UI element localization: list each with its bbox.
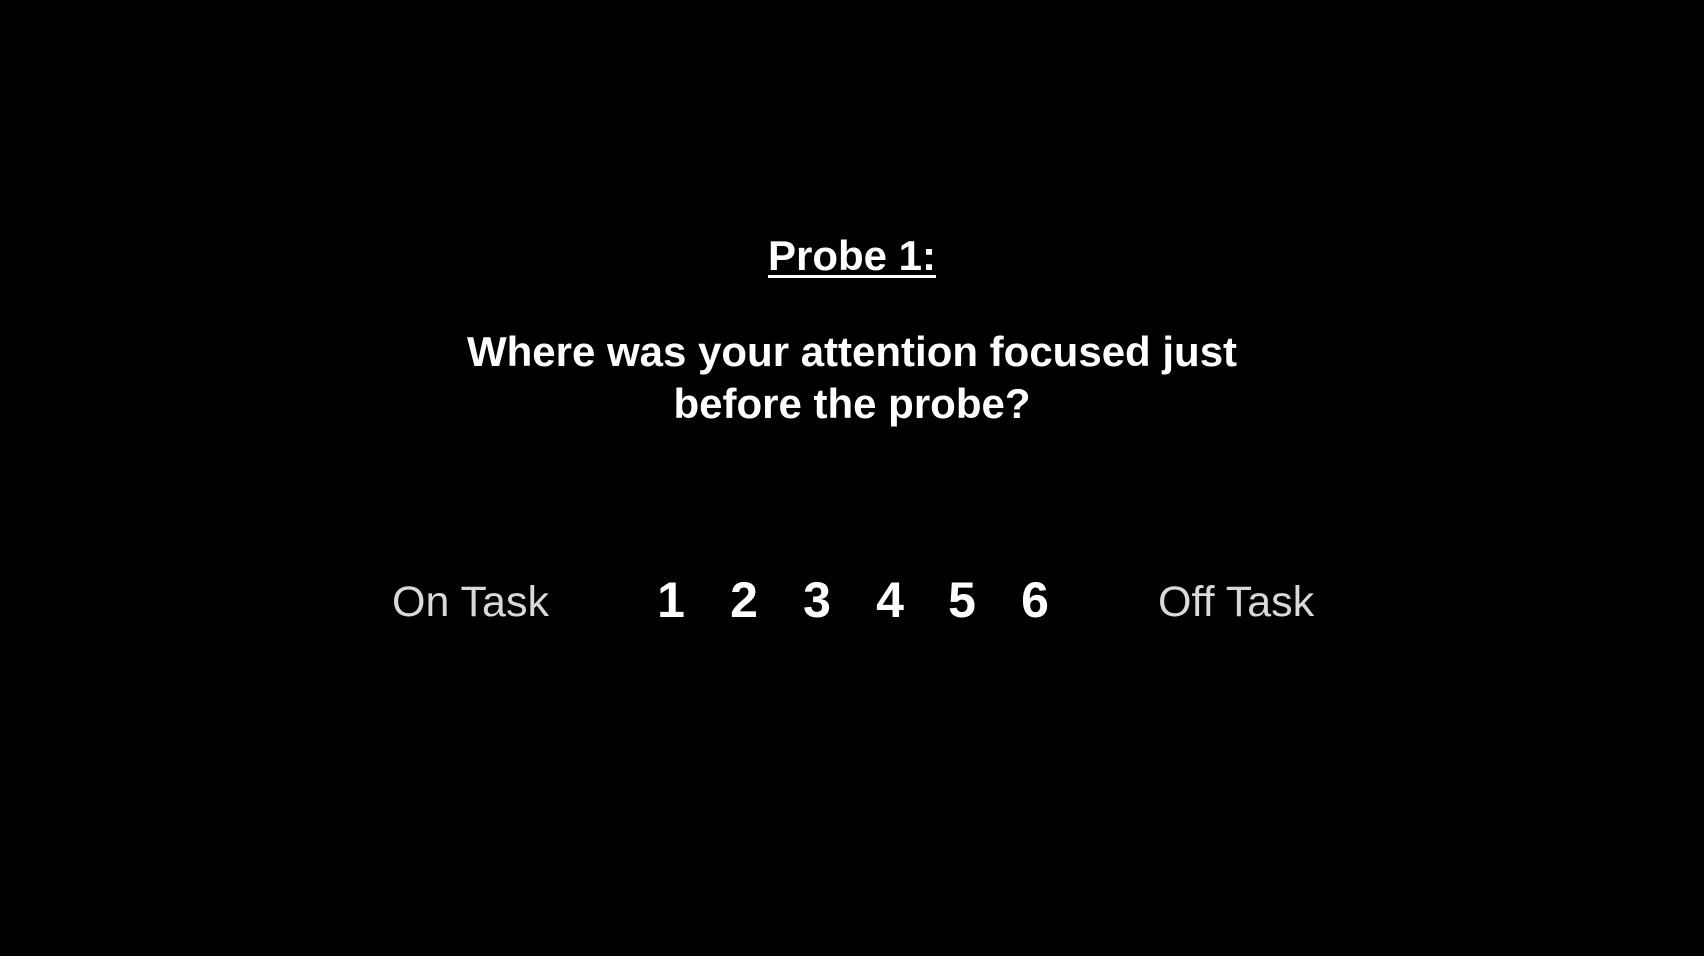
scale-option-1[interactable]: 1 <box>646 570 696 630</box>
scale-option-2[interactable]: 2 <box>719 570 769 630</box>
probe-screen: Probe 1: Where was your attention focuse… <box>0 0 1704 956</box>
scale-option-5[interactable]: 5 <box>937 570 987 630</box>
scale-option-3[interactable]: 3 <box>792 570 842 630</box>
scale-option-4[interactable]: 4 <box>865 570 915 630</box>
scale-option-6[interactable]: 6 <box>1010 570 1060 630</box>
probe-question: Where was your attention focused just be… <box>466 328 1238 427</box>
rating-scale: 1 2 3 4 5 6 <box>0 570 1704 630</box>
probe-title: Probe 1: <box>767 232 937 279</box>
off-task-label: Off Task <box>1158 578 1315 626</box>
